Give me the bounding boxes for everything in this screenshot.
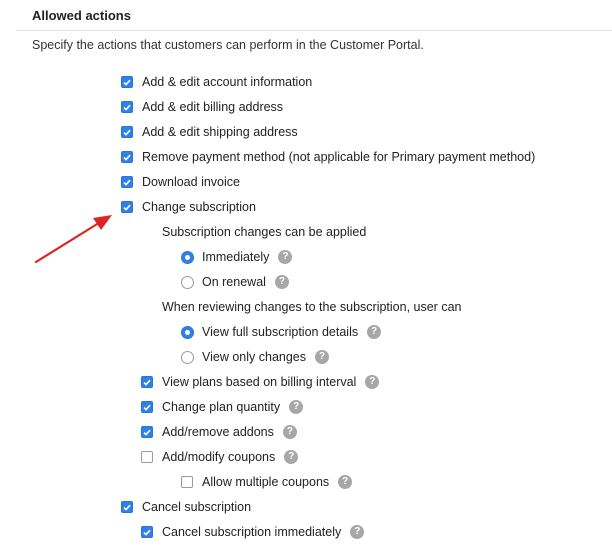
review-heading-text: When reviewing changes to the subscripti… (162, 300, 462, 314)
plan-quantity-label: Change plan quantity (162, 400, 281, 414)
multiple-coupons-checkbox[interactable] (181, 476, 193, 488)
red-arrow-icon (34, 215, 112, 264)
option-billing-address[interactable]: Add & edit billing address (121, 97, 283, 117)
option-cancel-immediately[interactable]: Cancel subscription immediately ? (141, 522, 365, 542)
apply-heading: Subscription changes can be applied (162, 222, 366, 242)
remove-payment-label: Remove payment method (not applicable fo… (142, 150, 536, 164)
option-view-plans[interactable]: View plans based on billing interval ? (141, 372, 380, 392)
option-shipping-address[interactable]: Add & edit shipping address (121, 122, 298, 142)
cancel-subscription-label: Cancel subscription (142, 500, 252, 514)
full-details-label: View full subscription details (202, 325, 359, 339)
question-circle-icon[interactable]: ? (365, 375, 380, 389)
on-renewal-label: On renewal (202, 275, 266, 289)
question-circle-icon[interactable]: ? (284, 450, 299, 464)
section-description: Specify the actions that customers can p… (32, 38, 424, 52)
addons-label: Add/remove addons (162, 425, 274, 439)
coupons-checkbox[interactable] (141, 451, 153, 463)
option-plan-quantity[interactable]: Change plan quantity ? (141, 397, 304, 417)
cancel-subscription-checkbox[interactable] (121, 501, 133, 513)
option-multiple-coupons[interactable]: Allow multiple coupons ? (181, 472, 353, 492)
option-coupons[interactable]: Add/modify coupons ? (141, 447, 299, 467)
plan-quantity-checkbox[interactable] (141, 401, 153, 413)
question-circle-icon[interactable]: ? (289, 400, 304, 414)
review-heading: When reviewing changes to the subscripti… (162, 297, 461, 317)
option-cancel-subscription[interactable]: Cancel subscription (121, 497, 251, 517)
billing-address-checkbox[interactable] (121, 101, 133, 113)
view-plans-checkbox[interactable] (141, 376, 153, 388)
question-circle-icon[interactable]: ? (278, 250, 293, 264)
cancel-immediately-checkbox[interactable] (141, 526, 153, 538)
download-invoice-label: Download invoice (142, 175, 240, 189)
option-download-invoice[interactable]: Download invoice (121, 172, 240, 192)
section-divider (16, 30, 612, 31)
immediately-label: Immediately (202, 250, 270, 264)
question-circle-icon[interactable]: ? (282, 425, 297, 439)
account-info-label: Add & edit account information (142, 75, 313, 89)
billing-address-label: Add & edit billing address (142, 100, 284, 114)
shipping-address-label: Add & edit shipping address (142, 125, 298, 139)
question-circle-icon[interactable]: ? (350, 525, 365, 539)
question-circle-icon[interactable]: ? (274, 275, 289, 289)
download-invoice-checkbox[interactable] (121, 176, 133, 188)
cancel-immediately-label: Cancel subscription immediately (162, 525, 342, 539)
radio-option-on-renewal[interactable]: On renewal ? (181, 272, 289, 292)
option-account-info[interactable]: Add & edit account information (121, 72, 312, 92)
apply-heading-text: Subscription changes can be applied (162, 225, 367, 239)
radio-option-full-details[interactable]: View full subscription details ? (181, 322, 382, 342)
full-details-radio[interactable] (181, 325, 194, 339)
section-title: Allowed actions (32, 8, 131, 23)
addons-checkbox[interactable] (141, 426, 153, 438)
remove-payment-checkbox[interactable] (121, 151, 133, 163)
option-addons[interactable]: Add/remove addons ? (141, 422, 297, 442)
view-plans-label: View plans based on billing interval (162, 375, 357, 389)
change-subscription-label: Change subscription (142, 200, 256, 214)
question-circle-icon[interactable]: ? (315, 350, 330, 364)
change-subscription-checkbox[interactable] (121, 201, 133, 213)
immediately-radio[interactable] (181, 250, 194, 264)
only-changes-radio[interactable] (181, 350, 194, 364)
option-change-subscription[interactable]: Change subscription (121, 197, 256, 217)
multiple-coupons-label: Allow multiple coupons (202, 475, 330, 489)
coupons-label: Add/modify coupons (162, 450, 276, 464)
shipping-address-checkbox[interactable] (121, 126, 133, 138)
on-renewal-radio[interactable] (181, 275, 194, 289)
question-circle-icon[interactable]: ? (367, 325, 382, 339)
question-circle-icon[interactable]: ? (338, 475, 353, 489)
radio-option-only-changes[interactable]: View only changes ? (181, 347, 330, 367)
option-remove-payment[interactable]: Remove payment method (not applicable fo… (121, 147, 535, 167)
only-changes-label: View only changes (202, 350, 307, 364)
account-info-checkbox[interactable] (121, 76, 133, 88)
radio-option-immediately[interactable]: Immediately ? (181, 247, 293, 267)
